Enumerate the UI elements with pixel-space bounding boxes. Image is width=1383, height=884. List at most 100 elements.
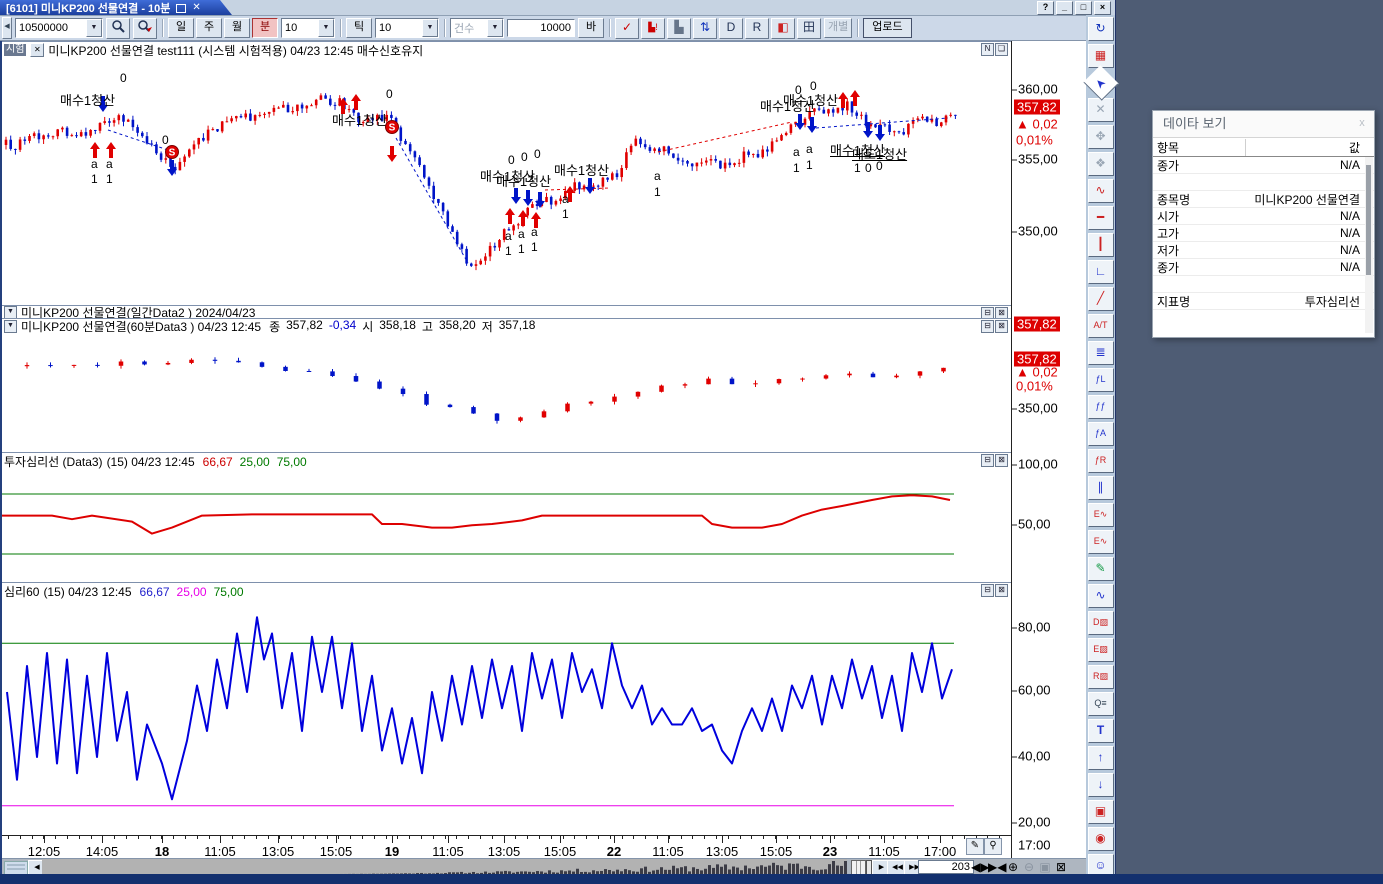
close-tab-icon[interactable]: ✕ bbox=[192, 3, 200, 13]
close-panel-icon[interactable]: ⊠ bbox=[995, 307, 1008, 318]
tool-parallel-lines-icon[interactable]: ∥ bbox=[1088, 476, 1114, 500]
minimize-panel-icon[interactable]: ⊟ bbox=[981, 454, 994, 467]
expand-horizontal-icon[interactable]: ◀▶ bbox=[971, 859, 987, 875]
row-item: 종가 bbox=[1153, 259, 1245, 276]
toolbar-grip[interactable]: ◀ bbox=[2, 17, 12, 39]
chevron-down-icon[interactable]: ▼ bbox=[318, 19, 334, 37]
sentiment-chart[interactable] bbox=[2, 470, 1011, 582]
bar-count-input[interactable] bbox=[507, 19, 575, 37]
tool-mini-chart-icon[interactable]: ∿ bbox=[1088, 179, 1114, 203]
tool-step-line-icon[interactable]: ∟ bbox=[1088, 260, 1114, 284]
window-title-tab[interactable]: [6101] 미니KP200 선물연결 - 10분 ✕ bbox=[0, 0, 232, 15]
h60-chart[interactable] bbox=[2, 334, 1011, 452]
splitter-handle[interactable] bbox=[4, 861, 28, 875]
close-icon[interactable]: x bbox=[1354, 115, 1370, 131]
close-panel-icon[interactable]: ⊠ bbox=[995, 454, 1008, 467]
tool-fibo-retrace-icon[interactable]: ƒL bbox=[1088, 368, 1114, 392]
tool-cursor-icon[interactable]: ➤ bbox=[1083, 65, 1118, 100]
tool-pattern-d-icon[interactable]: D▨ bbox=[1088, 611, 1114, 635]
updown-arrows-icon[interactable]: ⇅ bbox=[693, 18, 717, 39]
minimize-panel-icon[interactable]: ⊟ bbox=[981, 320, 994, 333]
tool-parallel-channel-icon[interactable]: ≣ bbox=[1088, 341, 1114, 365]
period-button-분[interactable]: 분 bbox=[252, 18, 278, 38]
tool-horizontal-line-icon[interactable]: ━ bbox=[1088, 206, 1114, 230]
upload-button[interactable]: 업로드 bbox=[863, 18, 911, 38]
tool-pencil-icon[interactable]: ✎ bbox=[1088, 557, 1114, 581]
zoom-in-icon[interactable]: ⊕ bbox=[1005, 859, 1021, 875]
tool-rect-marker-icon[interactable]: ▣ bbox=[1088, 800, 1114, 824]
tool-refresh-icon[interactable]: ↻ bbox=[1088, 17, 1114, 41]
tick-button[interactable]: 틱 bbox=[346, 18, 372, 38]
period-button-주[interactable]: 주 bbox=[196, 18, 222, 38]
tool-pattern-e-icon[interactable]: E▨ bbox=[1088, 638, 1114, 662]
period-button-일[interactable]: 일 bbox=[168, 18, 194, 38]
volume-bars-icon[interactable]: ▙ bbox=[667, 18, 691, 39]
column-item[interactable]: 항목 bbox=[1153, 139, 1246, 156]
close-strategy-icon[interactable]: ✕ bbox=[30, 43, 44, 57]
search-jump-icon[interactable] bbox=[133, 18, 157, 39]
signal-check-icon[interactable]: ✓ bbox=[615, 18, 639, 39]
close-view-icon[interactable]: ⊠ bbox=[1053, 859, 1069, 875]
tool-fibo-fan-icon[interactable]: ƒA bbox=[1088, 422, 1114, 446]
bar-button[interactable]: 바 bbox=[578, 18, 604, 38]
close-panel-icon[interactable]: ❏ bbox=[995, 43, 1008, 56]
collapse-horizontal-icon[interactable]: ▶◀ bbox=[988, 859, 1004, 875]
data-view-title[interactable]: 데이타 보기 bbox=[1153, 111, 1374, 138]
tool-text-tool-icon[interactable]: A/T bbox=[1088, 314, 1114, 338]
tool-text-T-icon[interactable]: T bbox=[1088, 719, 1114, 743]
zoom-tool-button[interactable]: ⚲ bbox=[984, 838, 1002, 855]
split-chart-icon[interactable]: ◧ bbox=[771, 18, 795, 39]
minimize-panel-icon[interactable]: ⊟ bbox=[981, 584, 994, 597]
tool-circle-marker-icon[interactable]: ◉ bbox=[1088, 827, 1114, 851]
minimize-button[interactable]: _ bbox=[1056, 1, 1073, 15]
minor-tick bbox=[610, 836, 611, 839]
visible-count-input[interactable] bbox=[918, 860, 974, 874]
document-d-icon[interactable]: D bbox=[719, 18, 743, 39]
tool-zigzag-icon[interactable]: ∿ bbox=[1088, 584, 1114, 608]
document-r-icon[interactable]: R bbox=[745, 18, 769, 39]
tool-elliott-wave-icon[interactable]: E∿ bbox=[1088, 503, 1114, 527]
maximize-button[interactable]: □ bbox=[1075, 1, 1092, 15]
minor-tick bbox=[445, 836, 446, 839]
tool-fibo-ratio-icon[interactable]: ƒR bbox=[1088, 449, 1114, 473]
scrollbar-thumb[interactable] bbox=[1366, 165, 1371, 275]
close-panel-icon[interactable]: ⊠ bbox=[995, 320, 1008, 333]
minimize-panel-icon[interactable]: ⊟ bbox=[981, 307, 994, 318]
tick-combo[interactable]: 10 ▼ bbox=[375, 18, 439, 38]
minute-combo[interactable]: 10 ▼ bbox=[281, 18, 335, 38]
minimize-panel-icon[interactable]: N bbox=[981, 43, 994, 56]
expand-panel-icon[interactable]: ▼ bbox=[4, 320, 17, 333]
tool-pattern-r-icon[interactable]: R▨ bbox=[1088, 665, 1114, 689]
tool-arrow-down-marker-icon[interactable]: ↓ bbox=[1088, 773, 1114, 797]
tool-trend-line-icon[interactable]: ╱ bbox=[1088, 287, 1114, 311]
data-view-scrollbar[interactable] bbox=[1365, 157, 1373, 333]
chevron-down-icon[interactable]: ▼ bbox=[422, 19, 438, 37]
tool-fibo-arc-icon[interactable]: ƒƒ bbox=[1088, 395, 1114, 419]
main-price-chart[interactable]: SS0매수1청산aa110매수1청산0000매수1청산매수1청산매수1청산aaa… bbox=[2, 58, 1011, 305]
data-view-row bbox=[1153, 174, 1374, 191]
minor-tick bbox=[279, 836, 280, 839]
column-value[interactable]: 값 bbox=[1246, 139, 1374, 156]
expand-panel-icon[interactable]: ▼ bbox=[4, 306, 17, 319]
tool-vertical-line-icon[interactable]: ┃ bbox=[1088, 233, 1114, 257]
chevron-down-icon[interactable]: ▼ bbox=[86, 19, 102, 37]
period-button-월[interactable]: 월 bbox=[224, 18, 250, 38]
edit-tool-button[interactable]: ✎ bbox=[966, 838, 984, 855]
grid-chart-icon[interactable]: 田 bbox=[797, 18, 821, 39]
tool-pattern-grid-icon[interactable]: ▦ bbox=[1088, 44, 1114, 68]
s60-chart[interactable] bbox=[2, 600, 1011, 835]
tool-arrow-up-marker-icon[interactable]: ↑ bbox=[1088, 746, 1114, 770]
data-view-window[interactable]: 데이타 보기 x 항목 값 종가N/A종목명미니KP200 선물연결시가N/A고… bbox=[1152, 110, 1375, 338]
tool-quote-list-icon[interactable]: Q≡ bbox=[1088, 692, 1114, 716]
data-view-row: 시가N/A bbox=[1153, 208, 1374, 225]
restore-icon[interactable] bbox=[176, 4, 186, 13]
code-combo[interactable]: 10500000 ▼ bbox=[15, 18, 103, 38]
row-value: N/A bbox=[1245, 243, 1374, 257]
tool-elliott-wave-2-icon[interactable]: E∿ bbox=[1088, 530, 1114, 554]
search-icon[interactable] bbox=[106, 18, 130, 39]
minor-tick bbox=[433, 836, 434, 839]
help-button[interactable]: ? bbox=[1037, 1, 1054, 15]
close-panel-icon[interactable]: ⊠ bbox=[995, 584, 1008, 597]
close-button[interactable]: × bbox=[1094, 1, 1111, 15]
volume-alert-icon[interactable]: ▙! bbox=[641, 18, 665, 39]
